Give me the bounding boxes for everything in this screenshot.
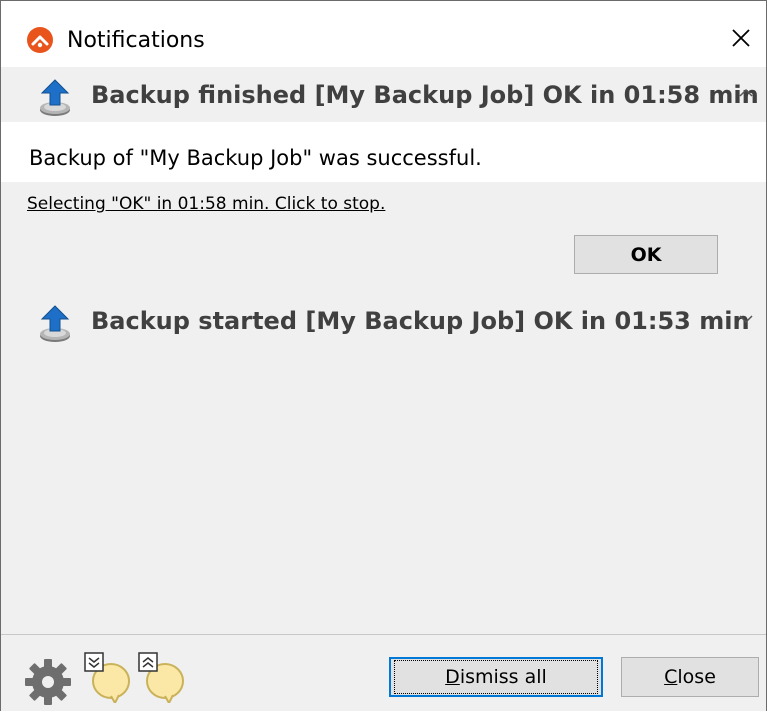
notification-title: Backup finished [My Backup Job] OK in 01… <box>91 81 759 109</box>
chevron-down-icon[interactable] <box>736 309 756 329</box>
ok-button[interactable]: OK <box>574 235 718 274</box>
close-text: lose <box>677 666 716 688</box>
close-label: Close <box>664 666 716 688</box>
backup-upload-icon <box>37 77 73 117</box>
close-button[interactable]: Close <box>621 657 759 697</box>
notification-body: Backup of "My Backup Job" was successful… <box>1 122 766 182</box>
chevron-up-icon[interactable] <box>736 83 756 103</box>
expand-all-bubble-icon[interactable] <box>135 649 187 706</box>
bottom-toolbar: Dismiss all Close <box>1 634 766 711</box>
dismiss-all-label: Dismiss all <box>394 660 598 694</box>
backup-upload-icon <box>37 303 73 343</box>
app-logo-icon <box>27 27 53 53</box>
dismiss-all-text: ismiss all <box>459 666 547 688</box>
notification-list-empty-area <box>1 349 766 634</box>
close-mnemonic: C <box>664 666 678 688</box>
notification-title: Backup started [My Backup Job] OK in 01:… <box>91 307 750 335</box>
window-title: Notifications <box>67 28 205 53</box>
notification-header-started[interactable]: Backup started [My Backup Job] OK in 01:… <box>1 293 766 349</box>
dismiss-all-mnemonic: D <box>445 666 460 688</box>
close-icon[interactable] <box>726 23 756 53</box>
notifications-window: Notifications Backup finished [My Backup… <box>0 0 767 711</box>
dismiss-all-button[interactable]: Dismiss all <box>389 657 603 697</box>
auto-select-stop-link[interactable]: Selecting "OK" in 01:58 min. Click to st… <box>27 194 385 214</box>
notification-message: Backup of "My Backup Job" was successful… <box>29 146 482 170</box>
notification-header-finished[interactable]: Backup finished [My Backup Job] OK in 01… <box>1 67 766 123</box>
title-bar: Notifications <box>1 1 766 67</box>
gear-icon[interactable] <box>23 657 73 707</box>
collapse-all-bubble-icon[interactable] <box>81 649 133 706</box>
